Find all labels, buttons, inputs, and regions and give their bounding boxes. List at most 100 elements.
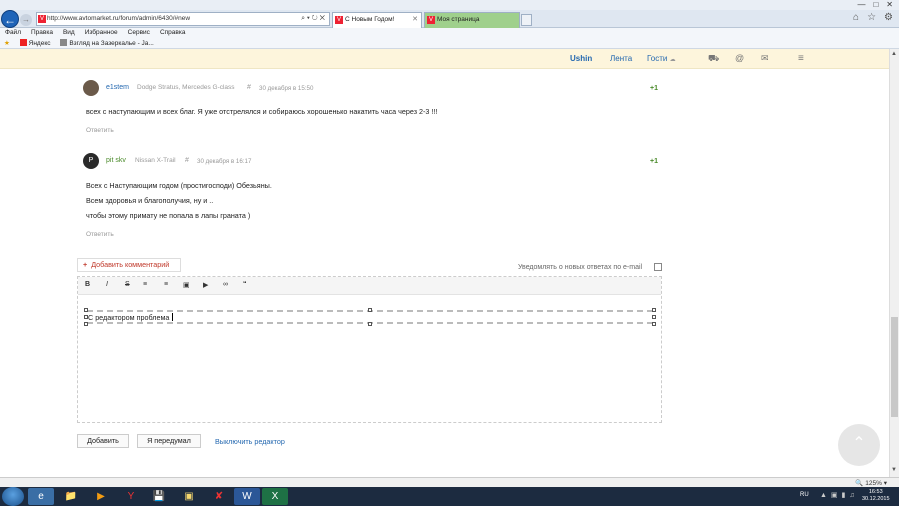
user-link[interactable]: Ushin (570, 54, 592, 63)
scroll-down-arrow-icon[interactable]: ▼ (891, 467, 897, 473)
maximize-icon[interactable]: □ (873, 0, 878, 10)
avatar[interactable]: P (83, 153, 99, 169)
minimize-icon[interactable]: — (857, 0, 865, 10)
strike-button[interactable]: S (125, 281, 130, 288)
menu-icon[interactable]: ≡ (798, 53, 804, 64)
window-title-bar: — □ ✕ (0, 0, 899, 10)
comment-author[interactable]: pit skv (106, 157, 126, 164)
car-icon[interactable]: ⛟ (708, 53, 719, 65)
ie-taskbar-icon[interactable]: e (28, 488, 54, 505)
comment-text-line: Всех с Наступающим годом (простигосподи)… (86, 181, 272, 190)
tab-close-icon[interactable]: ✕ (412, 13, 418, 27)
submit-button[interactable]: Добавить (77, 434, 129, 448)
bullet-list-icon[interactable]: ≡ (143, 281, 147, 288)
yandex-icon (19, 39, 27, 46)
menu-favorites[interactable]: Избранное (85, 28, 118, 38)
address-bar[interactable]: V http://www.avtomarket.ru/forum/admin/6… (36, 12, 330, 26)
bold-button[interactable]: B (85, 281, 90, 288)
comment-rating[interactable]: +1 (650, 85, 658, 92)
menu-bar: Файл Правка Вид Избранное Сервис Справка (0, 28, 899, 38)
media-player-taskbar-icon[interactable]: ▶ (88, 488, 114, 505)
video-icon[interactable]: ▶ (203, 281, 208, 289)
start-button[interactable] (2, 487, 24, 506)
favorites-star-icon[interactable]: ★ (4, 40, 10, 47)
avatar[interactable] (83, 80, 99, 96)
favorites-star-icon[interactable]: ☆ (867, 12, 876, 23)
resize-handle[interactable] (652, 322, 656, 326)
new-tab-button[interactable] (521, 14, 532, 26)
site-favicon: V (38, 15, 46, 23)
browser-status-bar: 🔍 125% ▾ (0, 477, 899, 487)
editor-content-area[interactable]: С редактором проблема (84, 308, 656, 326)
comment-cars[interactable]: Nissan X-Trail (135, 157, 176, 164)
resize-handle[interactable] (84, 322, 88, 326)
add-comment-button[interactable]: + Добавить комментарий (77, 258, 181, 272)
excel-taskbar-icon[interactable]: X (262, 488, 288, 505)
comment-text-line: Всем здоровья и благополучия, ну и .. (86, 196, 214, 205)
reply-link[interactable]: Ответить (86, 127, 114, 134)
numbered-list-icon[interactable]: ≡ (164, 281, 168, 288)
close-icon[interactable]: ✕ (886, 0, 893, 10)
explorer-taskbar-icon[interactable]: 📁 (58, 488, 84, 505)
clock[interactable]: 16:53 30.12.2015 (862, 489, 890, 503)
tab-label: Моя страница (437, 16, 480, 23)
site-header: Ushin Лента Гости ☁ ⛟ @ ✉ ≡ (0, 49, 889, 69)
menu-file[interactable]: Файл (5, 28, 21, 38)
guests-icon: ☁ (669, 57, 676, 63)
back-button[interactable]: ← (1, 10, 19, 28)
home-icon[interactable]: ⌂ (853, 12, 859, 23)
comment-cars[interactable]: Dodge Stratus, Mercedes G-class (137, 84, 235, 91)
reply-link[interactable]: Ответить (86, 231, 114, 238)
word-taskbar-icon[interactable]: W (234, 488, 260, 505)
mail-icon[interactable]: ✉ (761, 53, 769, 64)
resize-handle[interactable] (368, 322, 372, 326)
address-text: http://www.avtomarket.ru/forum/admin/643… (47, 15, 191, 22)
scrollbar-thumb[interactable] (891, 317, 898, 417)
scroll-to-top-button[interactable]: ⌃ (838, 424, 880, 466)
comment-permalink[interactable]: # (247, 84, 251, 91)
resize-handle[interactable] (84, 308, 88, 312)
browser-toolbar-icons: ⌂ ☆ ⚙ (853, 12, 893, 23)
text-caret (172, 313, 174, 321)
scroll-up-arrow-icon[interactable]: ▲ (891, 51, 897, 57)
forward-button[interactable]: → (20, 14, 32, 26)
resize-handle[interactable] (368, 308, 372, 312)
comment-text-line: чтобы этому примату не попала в лапы гра… (86, 211, 251, 220)
notify-checkbox[interactable] (654, 263, 662, 271)
chevron-up-icon: ⌃ (852, 435, 866, 452)
tray-icons[interactable]: ▲▣▮♫ (820, 491, 859, 499)
menu-edit[interactable]: Правка (31, 28, 53, 38)
feed-link[interactable]: Лента (610, 54, 632, 63)
zoom-level[interactable]: 🔍 125% ▾ (855, 479, 887, 487)
favorite-zazerkalye[interactable]: Взгляд на Зазеркалье - Ja... (60, 39, 154, 47)
menu-help[interactable]: Справка (160, 28, 186, 38)
at-icon[interactable]: @ (735, 53, 744, 63)
yandex-taskbar-icon[interactable]: Y (118, 488, 144, 505)
photo-taskbar-icon[interactable]: ▣ (176, 488, 202, 505)
resize-handle[interactable] (652, 315, 656, 319)
menu-tools[interactable]: Сервис (128, 28, 150, 38)
tab-favicon: V (335, 16, 343, 24)
gear-icon[interactable]: ⚙ (884, 12, 893, 23)
menu-view[interactable]: Вид (63, 28, 75, 38)
favorite-yandex[interactable]: Яндекс (19, 39, 51, 47)
page-scrollbar[interactable]: ▲ ▼ (889, 49, 899, 479)
link-icon[interactable]: ∞ (223, 281, 228, 288)
comment-author[interactable]: e1stem (106, 84, 129, 91)
resize-handle[interactable] (652, 308, 656, 312)
language-indicator[interactable]: RU (800, 492, 809, 498)
quote-icon[interactable]: “ (243, 281, 247, 288)
tab-my-page[interactable]: V Моя страница (424, 12, 520, 28)
address-actions-icon[interactable]: ⌕ ▾ ↻ ✕ (301, 13, 325, 25)
tab-new-year[interactable]: V С Новым Годом! Официал... ✕ (332, 12, 422, 37)
italic-button[interactable]: I (106, 281, 108, 288)
cancel-button[interactable]: Я передумал (137, 434, 201, 448)
comment-permalink[interactable]: # (185, 157, 189, 164)
save-taskbar-icon[interactable]: 💾 (146, 488, 172, 505)
guests-link[interactable]: Гости ☁ (647, 54, 676, 63)
tool-taskbar-icon[interactable]: ✘ (206, 488, 232, 505)
comment-text: всех с наступающим и всех благ. Я уже от… (86, 107, 438, 116)
comment-rating[interactable]: +1 (650, 158, 658, 165)
disable-editor-link[interactable]: Выключить редактор (215, 437, 285, 446)
image-icon[interactable]: ▣ (183, 281, 190, 289)
